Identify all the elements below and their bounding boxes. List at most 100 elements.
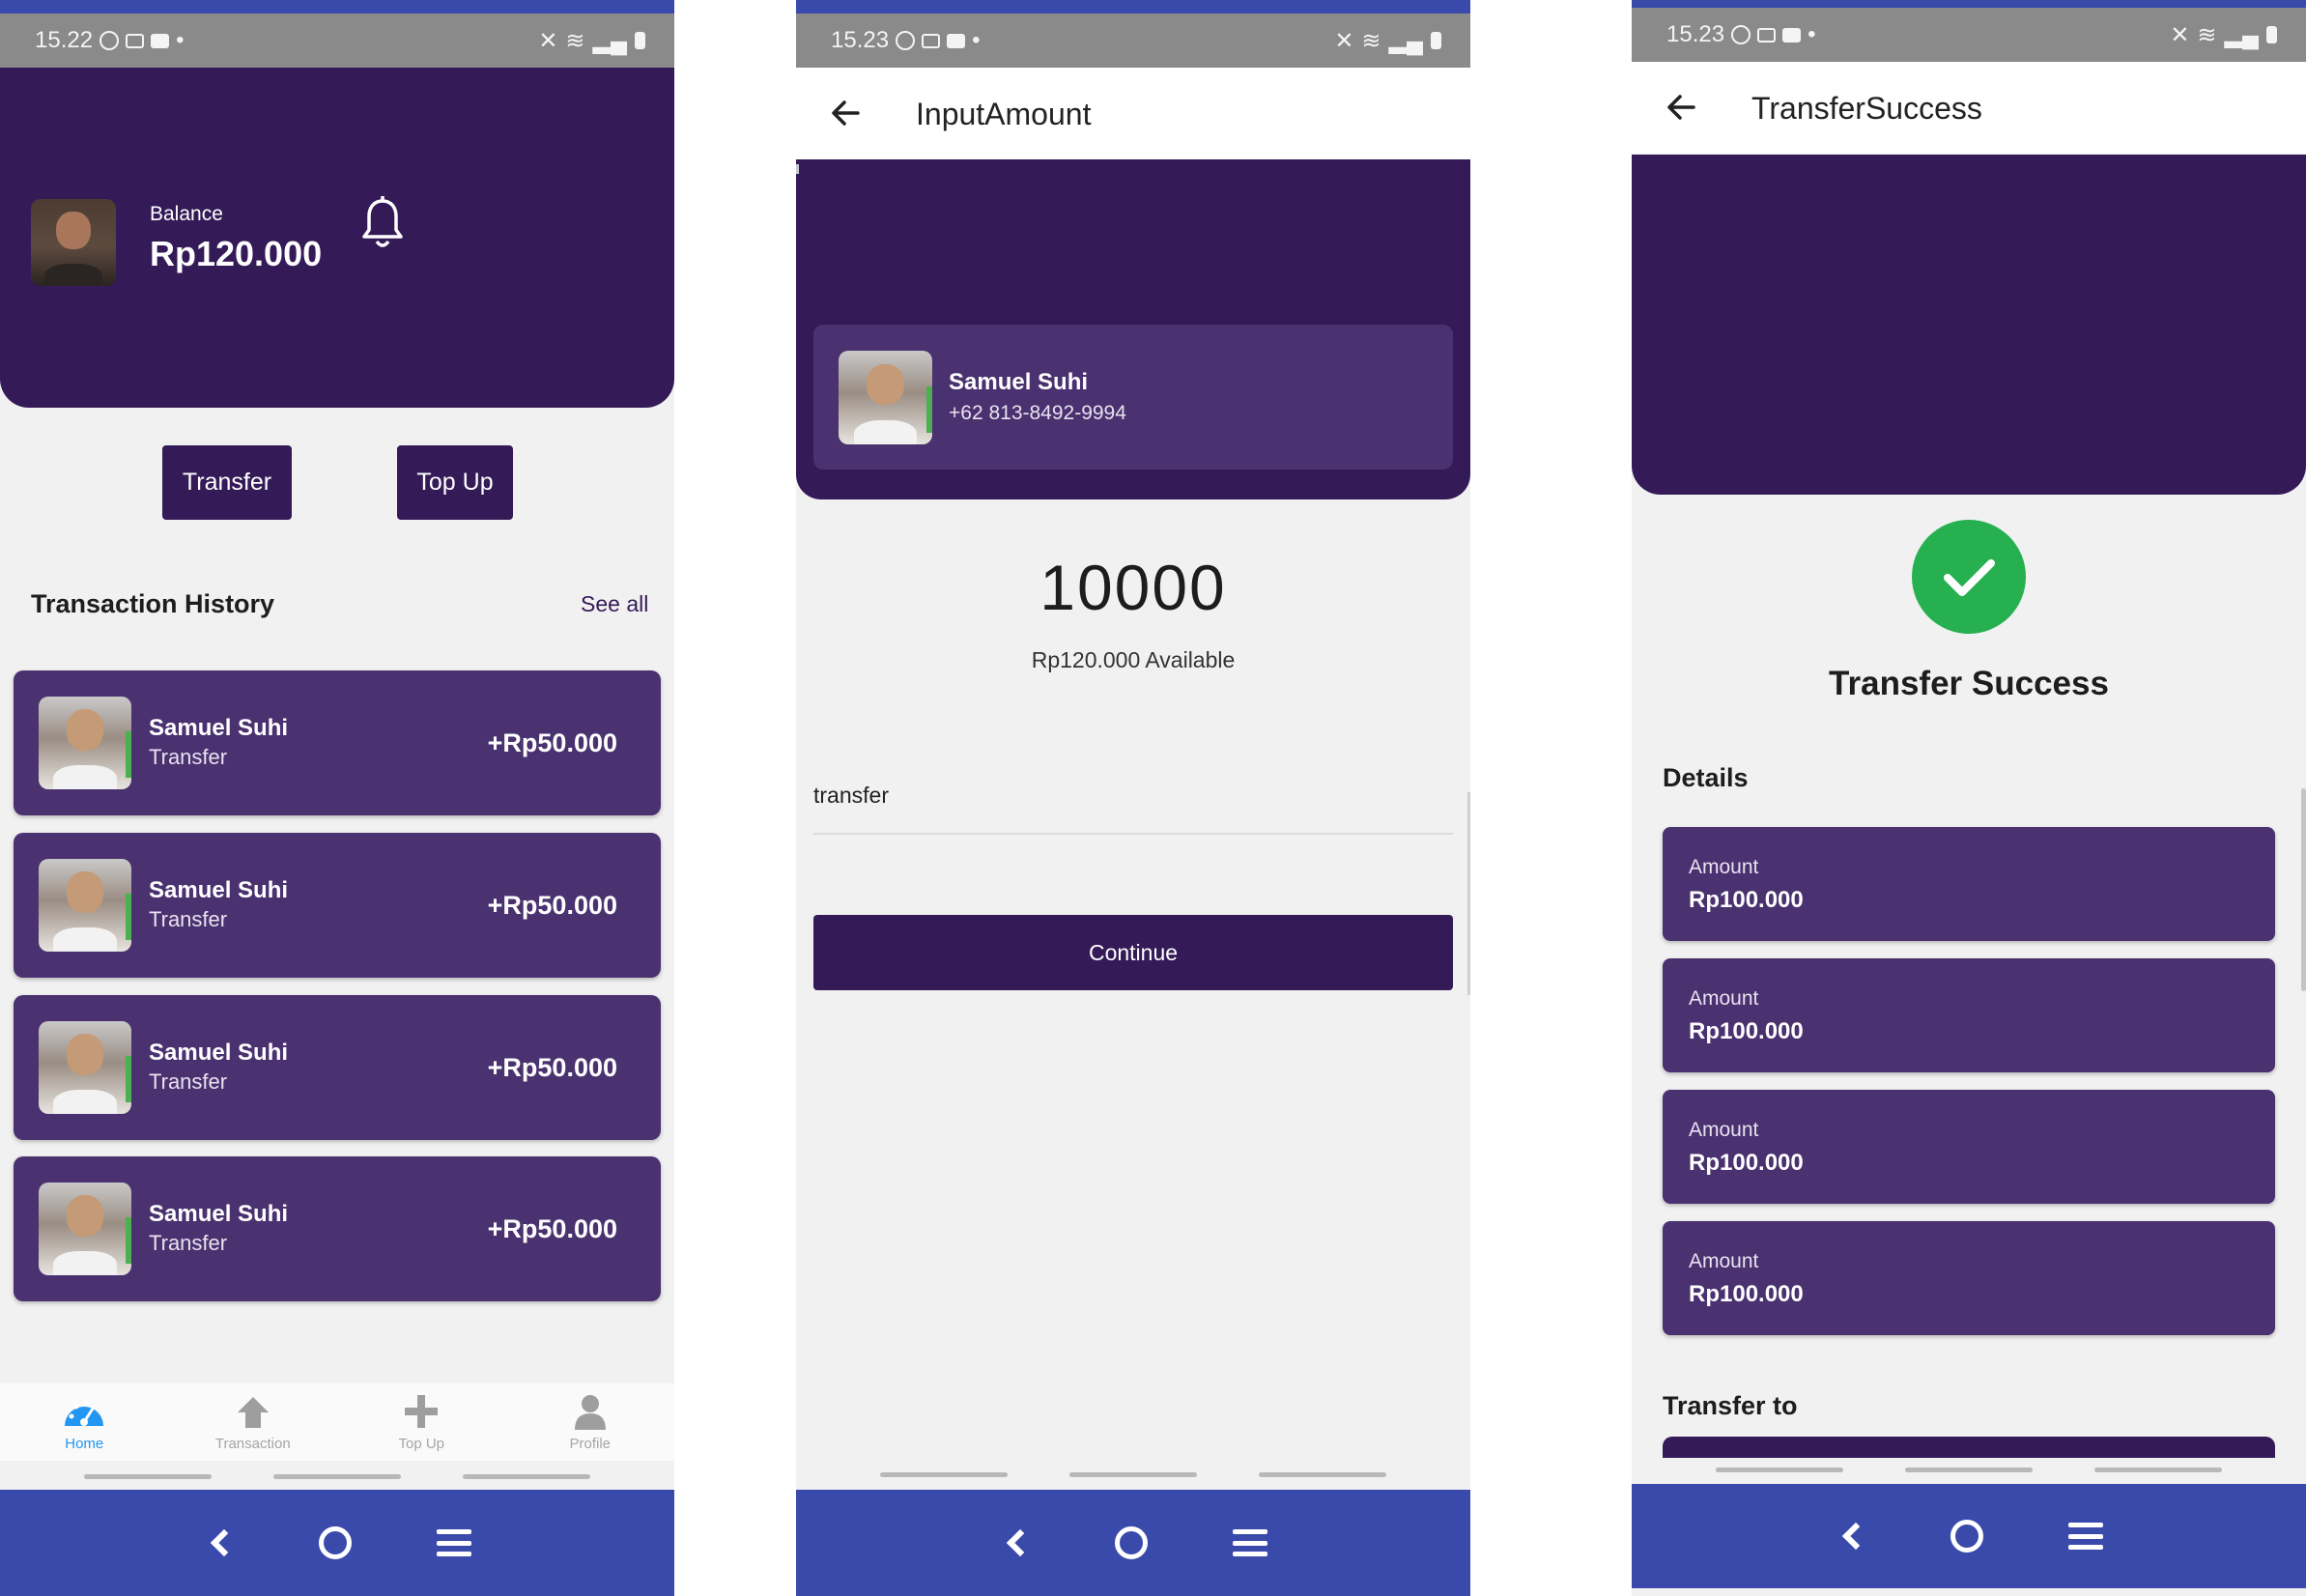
edge-line xyxy=(796,164,799,174)
transaction-type: Transfer xyxy=(149,1069,228,1094)
transaction-card[interactable]: Samuel Suhi Transfer +Rp50.000 xyxy=(14,1156,661,1301)
top-strip xyxy=(0,0,674,14)
transaction-name: Samuel Suhi xyxy=(149,715,289,741)
balance-value: Rp120.000 xyxy=(150,234,323,273)
user-avatar[interactable] xyxy=(31,199,116,286)
message-icon xyxy=(1757,27,1777,43)
gesture-hint xyxy=(1632,1468,2306,1472)
page-title: InputAmount xyxy=(916,97,1092,131)
signal-icon: ▂▄ xyxy=(1388,27,1423,54)
bell-icon[interactable] xyxy=(359,195,406,251)
person-icon xyxy=(574,1395,606,1430)
app-bar: InputAmount xyxy=(796,68,1470,159)
system-back-icon[interactable] xyxy=(210,1528,239,1557)
system-home-icon[interactable] xyxy=(1115,1526,1148,1559)
continue-button[interactable]: Continue xyxy=(813,915,1453,990)
nav-profile[interactable]: Profile xyxy=(506,1383,675,1461)
system-navigation-bar xyxy=(1632,1484,2306,1588)
amount-input[interactable]: 10000 xyxy=(796,551,1470,624)
system-recents-icon[interactable] xyxy=(2068,1523,2103,1550)
transaction-type: Transfer xyxy=(149,907,228,931)
status-bar: 15.23 • ✕ ≋ ▂▄ xyxy=(1632,8,2306,62)
balance-label: Balance xyxy=(150,203,223,225)
system-recents-icon[interactable] xyxy=(1233,1529,1267,1556)
detail-card: Amount Rp100.000 xyxy=(1663,1221,2275,1335)
available-balance: Rp120.000 Available xyxy=(1031,647,1236,672)
transaction-history-title: Transaction History xyxy=(31,589,275,618)
transaction-name: Samuel Suhi xyxy=(149,1201,289,1227)
transfer-button[interactable]: Transfer xyxy=(162,445,292,520)
transfer-success-screen: 15.23 • ✕ ≋ ▂▄ TransferSuccess Transfer … xyxy=(1632,0,2306,1596)
recipient-card: Samuel Suhi +62 813-8492-9994 xyxy=(813,325,1453,470)
note-value: transfer xyxy=(813,783,889,808)
detail-label: Amount xyxy=(1689,856,1759,878)
transaction-amount: +Rp50.000 xyxy=(487,728,617,757)
back-arrow-icon[interactable] xyxy=(831,99,860,128)
battery-icon xyxy=(635,32,645,49)
detail-label: Amount xyxy=(1689,1250,1759,1272)
dashboard-icon xyxy=(65,1400,104,1426)
system-home-icon[interactable] xyxy=(1950,1520,1983,1553)
scroll-indicator xyxy=(1467,792,1470,995)
success-title: Transfer Success xyxy=(1829,665,2109,702)
detail-label: Amount xyxy=(1689,1119,1759,1141)
transaction-name: Samuel Suhi xyxy=(149,877,289,903)
nav-profile-label: Profile xyxy=(569,1436,612,1452)
transaction-name: Samuel Suhi xyxy=(149,1040,289,1066)
bag-icon xyxy=(947,33,966,48)
system-back-icon[interactable] xyxy=(1841,1522,1870,1551)
success-header xyxy=(1632,155,2306,495)
plus-icon xyxy=(405,1395,439,1428)
gesture-hint xyxy=(0,1474,674,1479)
detail-value: Rp100.000 xyxy=(1689,1018,1804,1044)
transaction-amount: +Rp50.000 xyxy=(487,891,617,920)
gesture-hint xyxy=(796,1472,1470,1477)
status-bar: 15.23 • ✕ ≋ ▂▄ xyxy=(796,14,1470,68)
top-up-button[interactable]: Top Up xyxy=(397,445,513,520)
transaction-card[interactable]: Samuel Suhi Transfer +Rp50.000 xyxy=(14,995,661,1140)
status-time: 15.23 xyxy=(831,27,890,53)
detail-value: Rp100.000 xyxy=(1689,1281,1804,1307)
transfer-to-heading: Transfer to xyxy=(1663,1391,1798,1420)
detail-value: Rp100.000 xyxy=(1689,887,1804,913)
nav-top-up-label: Top Up xyxy=(398,1436,445,1452)
mute-icon: ✕ xyxy=(1334,27,1354,54)
nav-top-up[interactable]: Top Up xyxy=(337,1383,506,1461)
contact-avatar xyxy=(39,1021,131,1114)
whatsapp-icon xyxy=(1731,25,1751,44)
mute-icon: ✕ xyxy=(538,27,558,54)
system-navigation-bar xyxy=(0,1490,674,1596)
battery-icon xyxy=(1431,32,1441,49)
status-time: 15.23 xyxy=(1666,21,1725,47)
note-field[interactable]: transfer xyxy=(813,763,1453,835)
contact-avatar xyxy=(39,859,131,952)
transaction-type: Transfer xyxy=(149,1231,228,1255)
transaction-card[interactable]: Samuel Suhi Transfer +Rp50.000 xyxy=(14,670,661,815)
wifi-icon: ≋ xyxy=(2197,21,2217,48)
transaction-card[interactable]: Samuel Suhi Transfer +Rp50.000 xyxy=(14,833,661,978)
back-arrow-icon[interactable] xyxy=(1666,93,1695,122)
wifi-icon: ≋ xyxy=(565,27,585,54)
system-back-icon[interactable] xyxy=(1006,1528,1035,1557)
detail-card: Amount Rp100.000 xyxy=(1663,827,2275,941)
bottom-navigation: Home Transaction Top Up Profile xyxy=(0,1383,674,1461)
details-heading: Details xyxy=(1663,763,1749,792)
whatsapp-icon xyxy=(896,31,916,50)
detail-value: Rp100.000 xyxy=(1689,1150,1804,1176)
transaction-amount: +Rp50.000 xyxy=(487,1053,617,1082)
whatsapp-icon xyxy=(100,31,120,50)
bag-icon xyxy=(1782,27,1802,43)
input-amount-screen: 15.23 • ✕ ≋ ▂▄ InputAmount Samuel Suhi +… xyxy=(796,0,1470,1596)
battery-icon xyxy=(2266,26,2277,43)
system-home-icon[interactable] xyxy=(319,1526,352,1559)
dot-icon: • xyxy=(972,27,981,53)
system-recents-icon[interactable] xyxy=(437,1529,471,1556)
see-all-link[interactable]: See all xyxy=(581,591,648,617)
app-bar: TransferSuccess xyxy=(1632,62,2306,154)
transaction-type: Transfer xyxy=(149,745,228,769)
message-icon xyxy=(922,33,941,48)
contact-avatar xyxy=(39,1183,131,1275)
nav-home[interactable]: Home xyxy=(0,1383,169,1461)
nav-transaction[interactable]: Transaction xyxy=(169,1383,338,1461)
transfer-to-card xyxy=(1663,1437,2275,1458)
